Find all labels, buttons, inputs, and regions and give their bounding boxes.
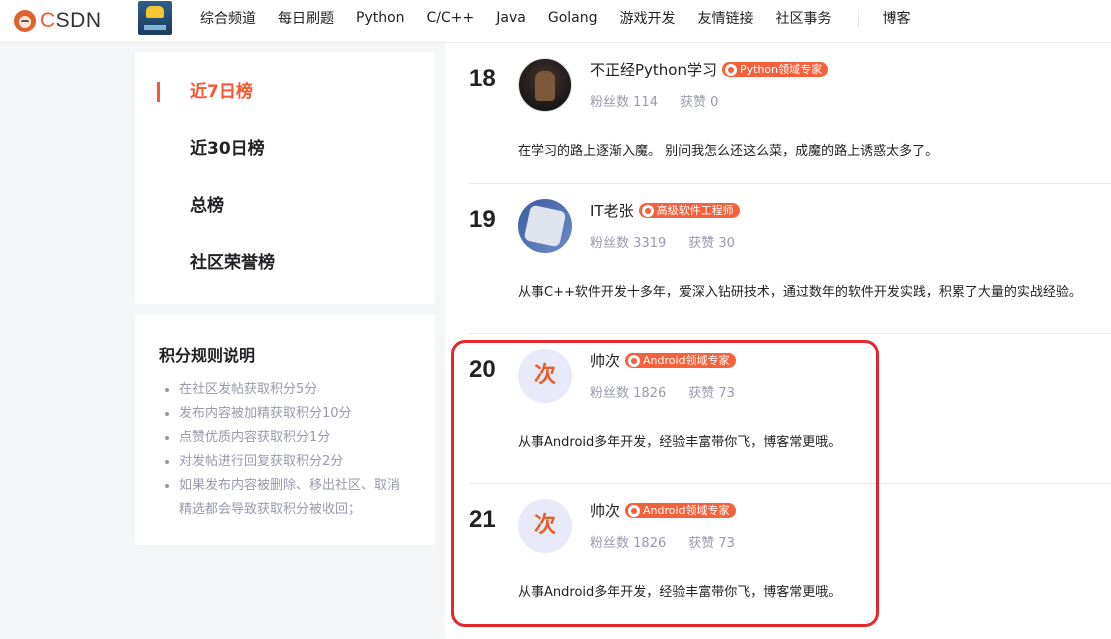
- nav-item-golang[interactable]: Golang: [548, 10, 598, 26]
- points-rules-card: 积分规则说明 在社区发帖获取积分5分 发布内容被加精获取积分10分 点赞优质内容…: [135, 314, 435, 545]
- nav-item-friend-links[interactable]: 友情链接: [698, 8, 754, 28]
- likes-count: 30: [718, 236, 735, 251]
- nav-item-c-cpp[interactable]: C/C++: [427, 10, 475, 26]
- likes-label: 获赞: [679, 95, 706, 110]
- user-description: 在学习的路上逐渐入魔。 别问我怎么还这么菜，成魔的路上诱惑太多了。: [518, 144, 939, 159]
- nav-menu: 综合频道 每日刷题 Python C/C++ Java Golang 游戏开发 …: [200, 0, 933, 36]
- menu-item-honor-list[interactable]: 社区荣誉榜: [135, 243, 435, 283]
- rules-item: 如果发布内容被删除、移出社区、取消精选都会导致获取积分被收回；: [179, 474, 409, 522]
- avatar[interactable]: [518, 199, 572, 253]
- fans-label: 粉丝数: [590, 95, 630, 110]
- monkey-logo-icon: [14, 10, 36, 32]
- nav-item-game-dev[interactable]: 游戏开发: [620, 8, 676, 28]
- rank-entry: 19 IT老张 高级软件工程师 粉丝数 3319 获赞 30 从事C++软件开发十…: [469, 184, 1111, 334]
- user-stats: 粉丝数 3319 获赞 30: [590, 232, 735, 251]
- highlight-box: [451, 340, 879, 627]
- rank-entry: 18 不正经Python学习 Python领域专家 粉丝数 114 获赞 0 在学…: [469, 43, 1111, 184]
- fans-count: 3319: [633, 236, 667, 251]
- rank-number: 18: [469, 65, 496, 92]
- nav-divider: [857, 9, 859, 27]
- user-name[interactable]: IT老张: [590, 200, 634, 221]
- python-community-icon[interactable]: [138, 1, 172, 35]
- nav-item-community-affairs[interactable]: 社区事务: [776, 8, 832, 28]
- menu-item-overall[interactable]: 总榜: [135, 186, 435, 226]
- badge-icon: [641, 204, 654, 217]
- rank-number: 19: [469, 206, 496, 233]
- user-description: 从事C++软件开发十多年，爱深入钻研技术，通过数年的软件开发实践，积累了大量的实…: [518, 285, 1082, 300]
- fans-label: 粉丝数: [590, 236, 630, 251]
- nav-item-general[interactable]: 综合频道: [200, 8, 256, 28]
- badge-label: Python领域专家: [740, 63, 823, 76]
- csdn-logo[interactable]: CSDN: [14, 8, 101, 34]
- rules-list: 在社区发帖获取积分5分 发布内容被加精获取积分10分 点赞优质内容获取积分1分 …: [163, 378, 409, 522]
- nav-item-java[interactable]: Java: [496, 10, 526, 26]
- expert-badge: Python领域专家: [722, 62, 829, 77]
- rules-item: 对发帖进行回复获取积分2分: [179, 450, 409, 474]
- avatar[interactable]: [518, 58, 572, 112]
- ranking-menu: 近7日榜 近30日榜 总榜 社区荣誉榜: [135, 52, 435, 304]
- nav-item-blog[interactable]: 博客: [883, 8, 911, 28]
- logo-text-c: C: [40, 9, 56, 32]
- likes-count: 0: [710, 95, 719, 110]
- nav-item-python[interactable]: Python: [356, 10, 405, 26]
- rules-title: 积分规则说明: [159, 346, 256, 365]
- rules-item: 发布内容被加精获取积分10分: [179, 402, 409, 426]
- menu-item-7-days[interactable]: 近7日榜: [135, 72, 435, 112]
- badge-icon: [725, 63, 737, 76]
- badge-label: 高级软件工程师: [656, 204, 734, 217]
- rules-item: 在社区发帖获取积分5分: [179, 378, 409, 402]
- nav-item-daily-practice[interactable]: 每日刷题: [278, 8, 334, 28]
- top-navbar: CSDN 综合频道 每日刷题 Python C/C++ Java Golang …: [0, 0, 1111, 43]
- expert-badge: 高级软件工程师: [638, 203, 740, 218]
- fans-count: 114: [633, 95, 658, 110]
- rules-item: 点赞优质内容获取积分1分: [179, 426, 409, 450]
- menu-item-30-days[interactable]: 近30日榜: [135, 129, 435, 169]
- user-name[interactable]: 不正经Python学习: [590, 59, 717, 80]
- likes-label: 获赞: [688, 236, 715, 251]
- user-stats: 粉丝数 114 获赞 0: [590, 91, 718, 110]
- logo-text-sdn: SDN: [55, 9, 102, 32]
